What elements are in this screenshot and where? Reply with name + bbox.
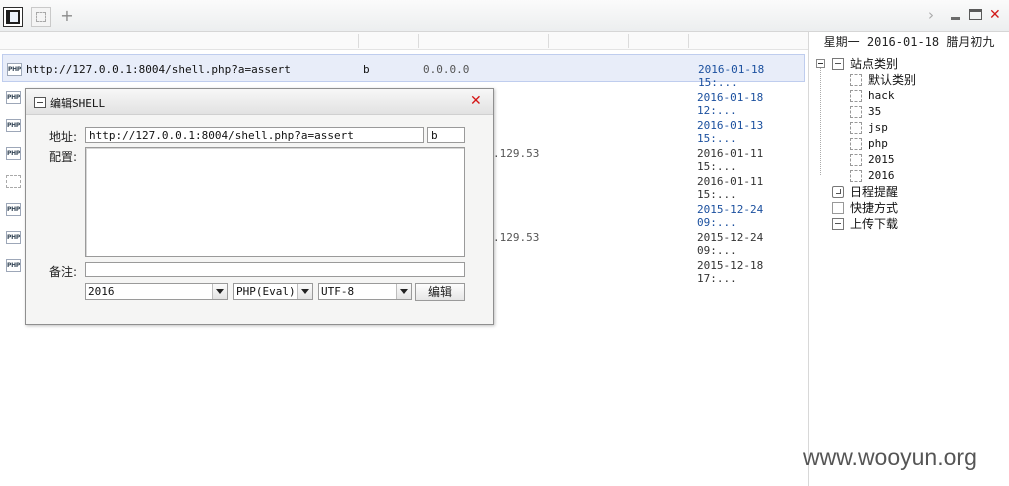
- calendar-date: 星期一 2016-01-18 腊月初九: [823, 35, 995, 49]
- category-icon: [850, 90, 862, 102]
- shell-password: b: [363, 63, 370, 76]
- tree-node-sites[interactable]: 站点类别: [816, 56, 1006, 72]
- tab-strip: + › ✕: [0, 0, 1009, 32]
- tree-node-transfer[interactable]: 上传下载: [832, 216, 1002, 232]
- app-window: + › ✕ PHP http://127.0.0.1:8004/shell.ph…: [0, 0, 1009, 486]
- tree-node-label: jsp: [868, 121, 888, 134]
- tab-shell-list[interactable]: [3, 7, 23, 27]
- column-divider[interactable]: [418, 34, 419, 48]
- tree-node-label: 默认类别: [868, 73, 917, 87]
- tree-node-label: 快捷方式: [850, 201, 899, 215]
- tree-node-category[interactable]: 2016: [850, 168, 1000, 184]
- column-divider[interactable]: [688, 34, 689, 48]
- tree-node-category[interactable]: 默认类别: [850, 72, 1000, 88]
- chevron-right-icon[interactable]: ›: [928, 8, 934, 23]
- tree-node-shortcuts[interactable]: 快捷方式: [832, 200, 1002, 216]
- tree-node-label: 35: [868, 105, 882, 118]
- folder-icon: [832, 58, 844, 70]
- config-textarea[interactable]: [85, 147, 465, 257]
- column-divider[interactable]: [548, 34, 549, 48]
- tree-node-category[interactable]: jsp: [850, 120, 1000, 136]
- tree-node-label: 2015: [868, 153, 895, 166]
- edit-shell-dialog: 编辑SHELL ✕ 地址: http://127.0.0.1:8004/shel…: [25, 88, 494, 325]
- category-icon: [850, 138, 862, 150]
- column-divider[interactable]: [628, 34, 629, 48]
- encoding-select[interactable]: UTF-8: [318, 283, 412, 300]
- tree-node-label: 日程提醒: [850, 185, 899, 199]
- category-icon: [850, 74, 862, 86]
- collapse-icon[interactable]: [816, 59, 825, 68]
- edit-button[interactable]: 编辑: [415, 283, 465, 301]
- tree-node-label: 2016: [868, 169, 895, 182]
- category-icon: [850, 154, 862, 166]
- panel-splitter[interactable]: [808, 32, 809, 486]
- tab-blank[interactable]: [31, 7, 51, 27]
- php-file-icon: PHP: [6, 231, 21, 244]
- chevron-down-icon: [297, 284, 312, 299]
- script-type-select-value: PHP(Eval): [236, 285, 296, 298]
- shell-ip: 0.0.0.0: [423, 63, 470, 76]
- chevron-down-icon: [212, 284, 227, 299]
- php-file-icon: PHP: [6, 147, 21, 160]
- window-icon: [34, 97, 46, 108]
- dialog-title: 编辑SHELL: [50, 97, 106, 110]
- php-file-icon: PHP: [7, 63, 22, 76]
- category-icon: [850, 122, 862, 134]
- category-select[interactable]: 2016: [85, 283, 228, 300]
- php-file-icon: PHP: [6, 203, 21, 216]
- address-label: 地址:: [49, 130, 78, 144]
- note-input[interactable]: [85, 262, 465, 277]
- php-file-icon: PHP: [6, 119, 21, 132]
- tree-node-category[interactable]: hack: [850, 88, 1000, 104]
- tree-node-label: 站点类别: [850, 57, 899, 71]
- shell-time: 2015-12-18 17:...: [697, 259, 764, 285]
- tree-node-category[interactable]: 35: [850, 104, 1000, 120]
- category-select-value: 2016: [88, 285, 115, 298]
- chevron-down-icon: [396, 284, 411, 299]
- dialog-titlebar[interactable]: 编辑SHELL ✕: [26, 89, 493, 115]
- php-file-icon: PHP: [6, 91, 21, 104]
- tree-node-schedule[interactable]: 日程提醒: [832, 184, 1002, 200]
- shortcut-icon: [832, 202, 844, 214]
- shell-row[interactable]: PHP http://127.0.0.1:8004/shell.php?a=as…: [2, 54, 805, 89]
- encoding-select-value: UTF-8: [321, 285, 355, 298]
- shell-url: http://127.0.0.1:8004/shell.php?a=assert: [26, 63, 291, 76]
- category-icon: [850, 170, 862, 182]
- minimize-button[interactable]: [951, 17, 960, 20]
- transfer-icon: [832, 218, 844, 230]
- blank-page-icon: [36, 12, 46, 22]
- config-label: 配置:: [49, 150, 78, 164]
- tree-node-label: 上传下载: [850, 217, 899, 231]
- shell-ip: .129.53: [493, 231, 540, 244]
- watermark: www.wooyun.org: [803, 444, 977, 470]
- add-tab-button[interactable]: +: [57, 8, 77, 28]
- shell-list-header: [0, 32, 808, 50]
- tree-node-label: hack: [868, 89, 895, 102]
- dialog-close-button[interactable]: ✕: [470, 93, 482, 109]
- password-input[interactable]: b: [427, 127, 465, 143]
- maximize-button[interactable]: [969, 9, 982, 20]
- php-file-icon: PHP: [6, 259, 21, 272]
- close-window-button[interactable]: ✕: [989, 7, 1001, 23]
- script-type-select[interactable]: PHP(Eval): [233, 283, 313, 300]
- column-divider[interactable]: [358, 34, 359, 48]
- unknown-file-icon: [6, 175, 21, 188]
- tree-node-label: php: [868, 137, 888, 150]
- address-input[interactable]: http://127.0.0.1:8004/shell.php?a=assert: [85, 127, 424, 143]
- note-label: 备注:: [49, 265, 78, 279]
- tree-node-category[interactable]: 2015: [850, 152, 1000, 168]
- category-icon: [850, 106, 862, 118]
- tree-node-category[interactable]: php: [850, 136, 1000, 152]
- clock-icon: [832, 186, 844, 198]
- shell-ip: .129.53: [493, 147, 540, 160]
- list-view-icon: [6, 10, 20, 24]
- tree-guide-line: [820, 68, 821, 176]
